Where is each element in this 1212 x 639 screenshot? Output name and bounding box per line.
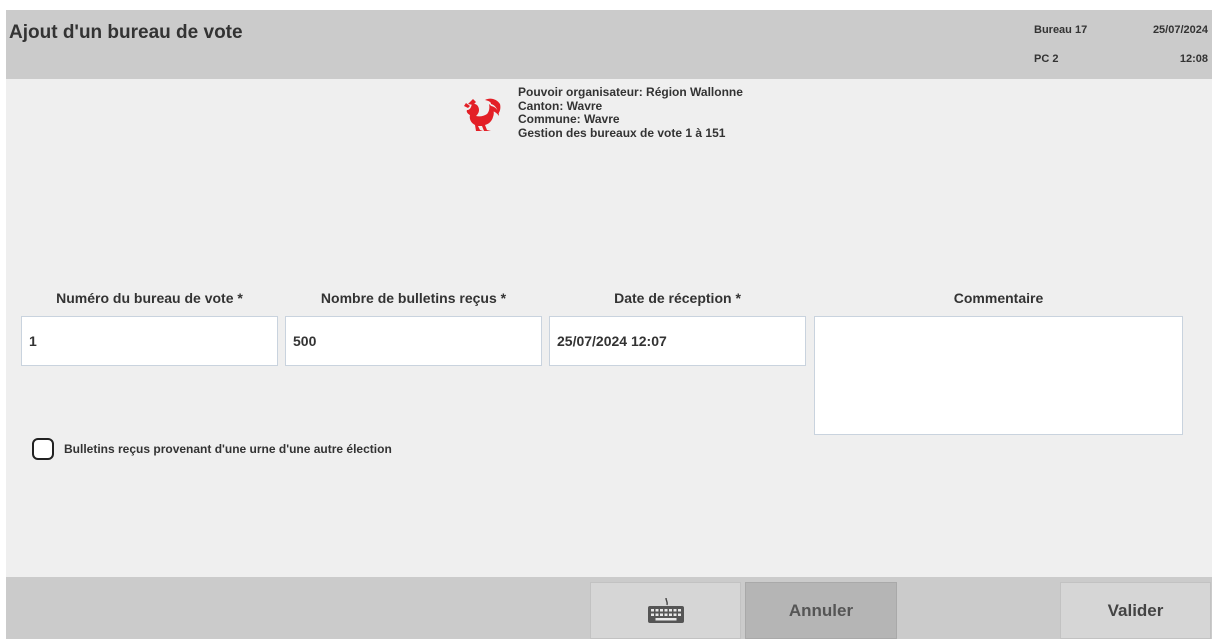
validate-button[interactable]: Valider [1060,582,1211,639]
keyboard-icon [647,597,684,623]
header-time: 12:08 [1179,53,1208,65]
other-election-checkbox-label[interactable]: Bulletins reçus provenant d'une urne d'u… [64,442,392,456]
reception-date-input[interactable]: 25/07/2024 12:07 [549,316,806,366]
reception-date-label: Date de réception * [614,290,741,306]
other-election-checkbox[interactable] [32,438,54,460]
page-title: Ajout d'un bureau de vote [9,22,243,43]
bureau-label: Bureau 17 [1034,24,1088,36]
commune-line: Commune: Wavre [518,112,620,126]
bureau-number-input[interactable]: 1 [21,316,278,366]
ballots-received-label: Nombre de bulletins reçus * [320,290,507,306]
footer-bar: Annuler Valider [6,577,1212,639]
header-bar: Ajout d'un bureau de vote Bureau 17 25/0… [6,10,1212,79]
ballots-received-input[interactable]: 500 [285,316,542,366]
organisation-lines: Pouvoir organisateur: Région Wallonne Ca… [518,85,838,140]
comment-textarea[interactable] [814,316,1183,435]
cancel-button[interactable]: Annuler [745,582,897,639]
app-screen: Ajout d'un bureau de vote Bureau 17 25/0… [6,10,1212,639]
bureau-number-label: Numéro du bureau de vote * [56,290,243,306]
wallonia-rooster-icon [464,98,501,131]
pc-label: PC 2 [1034,53,1059,65]
range-line: Gestion des bureaux de vote 1 à 151 [518,125,726,140]
organiser-line: Pouvoir organisateur: Région Wallonne [518,85,743,99]
comment-label: Commentaire [953,290,1044,306]
header-date: 25/07/2024 [1152,24,1208,36]
keyboard-button[interactable] [590,582,741,639]
canton-line: Canton: Wavre [518,98,603,113]
